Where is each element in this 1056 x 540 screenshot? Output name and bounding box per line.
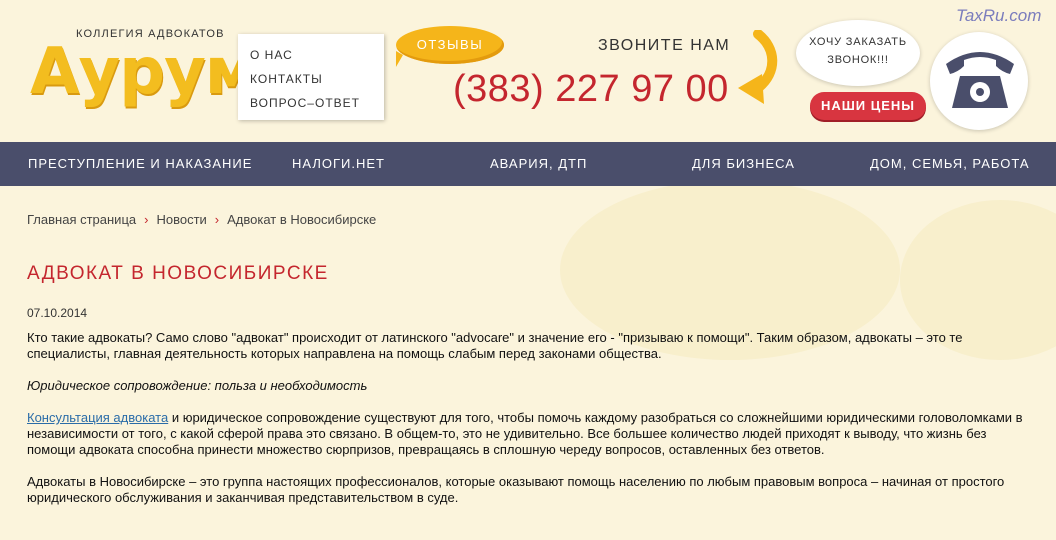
nav-crime-punishment[interactable]: ПРЕСТУПЛЕНИЕ И НАКАЗАНИЕ	[28, 156, 252, 171]
site-header: КОЛЛЕГИЯ АДВОКАТОВ Аурум О НАС КОНТАКТЫ …	[0, 0, 1056, 142]
callback-request-button[interactable]: ХОЧУ ЗАКАЗАТЬ ЗВОНОК!!!	[796, 20, 920, 86]
consultation-link[interactable]: Консультация адвоката	[27, 410, 168, 425]
info-nav-box: О НАС КОНТАКТЫ ВОПРОС–ОТВЕТ	[238, 34, 384, 120]
nav-contacts-link[interactable]: КОНТАКТЫ	[250, 72, 323, 86]
call-us-label: ЗВОНИТЕ НАМ	[598, 37, 731, 54]
curved-arrow-icon	[738, 30, 778, 104]
nav-faq-link[interactable]: ВОПРОС–ОТВЕТ	[250, 96, 360, 110]
nav-home-family-work[interactable]: ДОМ, СЕМЬЯ, РАБОТА	[870, 156, 1030, 171]
reviews-button[interactable]: ОТЗЫВЫ	[396, 26, 504, 64]
phone-number[interactable]: (383) 227 97 00	[453, 68, 729, 111]
callback-line2: ЗВОНОК!!!	[827, 54, 889, 66]
article-paragraph: Адвокаты в Новосибирске – это группа нас…	[27, 474, 1005, 505]
page-title: АДВОКАТ В НОВОСИБИРСКЕ	[27, 263, 329, 284]
breadcrumb-news[interactable]: Новости	[156, 212, 206, 227]
article-paragraph: Консультация адвоката и юридическое сопр…	[27, 410, 1037, 458]
breadcrumb-separator: ›	[214, 212, 220, 227]
article-date: 07.10.2014	[27, 306, 88, 320]
our-prices-button[interactable]: НАШИ ЦЕНЫ	[810, 92, 926, 120]
callback-line1: ХОЧУ ЗАКАЗАТЬ	[809, 36, 907, 48]
article-paragraph: Кто такие адвокаты? Само слово "адвокат"…	[27, 330, 963, 361]
telephone-icon[interactable]	[940, 42, 1020, 114]
breadcrumb-home[interactable]: Главная страница	[27, 212, 136, 227]
breadcrumb-separator: ›	[144, 212, 149, 227]
article-subheading: Юридическое сопровождение: польза и необ…	[27, 378, 368, 393]
article-paragraph-text: и юридическое сопровождение существуют д…	[27, 410, 1023, 457]
nav-about-link[interactable]: О НАС	[250, 48, 293, 62]
breadcrumb-current: Адвокат в Новосибирске	[227, 212, 377, 227]
breadcrumb: Главная страница › Новости › Адвокат в Новос…	[27, 212, 376, 227]
watermark: TaxRu.com	[956, 6, 1042, 25]
site-logo[interactable]: Аурум	[30, 40, 257, 104]
reviews-label: ОТЗЫВЫ	[416, 37, 484, 52]
main-navigation: ПРЕСТУПЛЕНИЕ И НАКАЗАНИЕ НАЛОГИ.НЕТ АВАР…	[0, 142, 1056, 186]
nav-accident[interactable]: АВАРИЯ, ДТП	[490, 156, 587, 171]
nav-taxes[interactable]: НАЛОГИ.НЕТ	[292, 156, 385, 171]
article-body: Кто такие адвокаты? Само слово "адвокат"…	[27, 330, 1037, 522]
nav-business[interactable]: ДЛЯ БИЗНЕСА	[692, 156, 795, 171]
